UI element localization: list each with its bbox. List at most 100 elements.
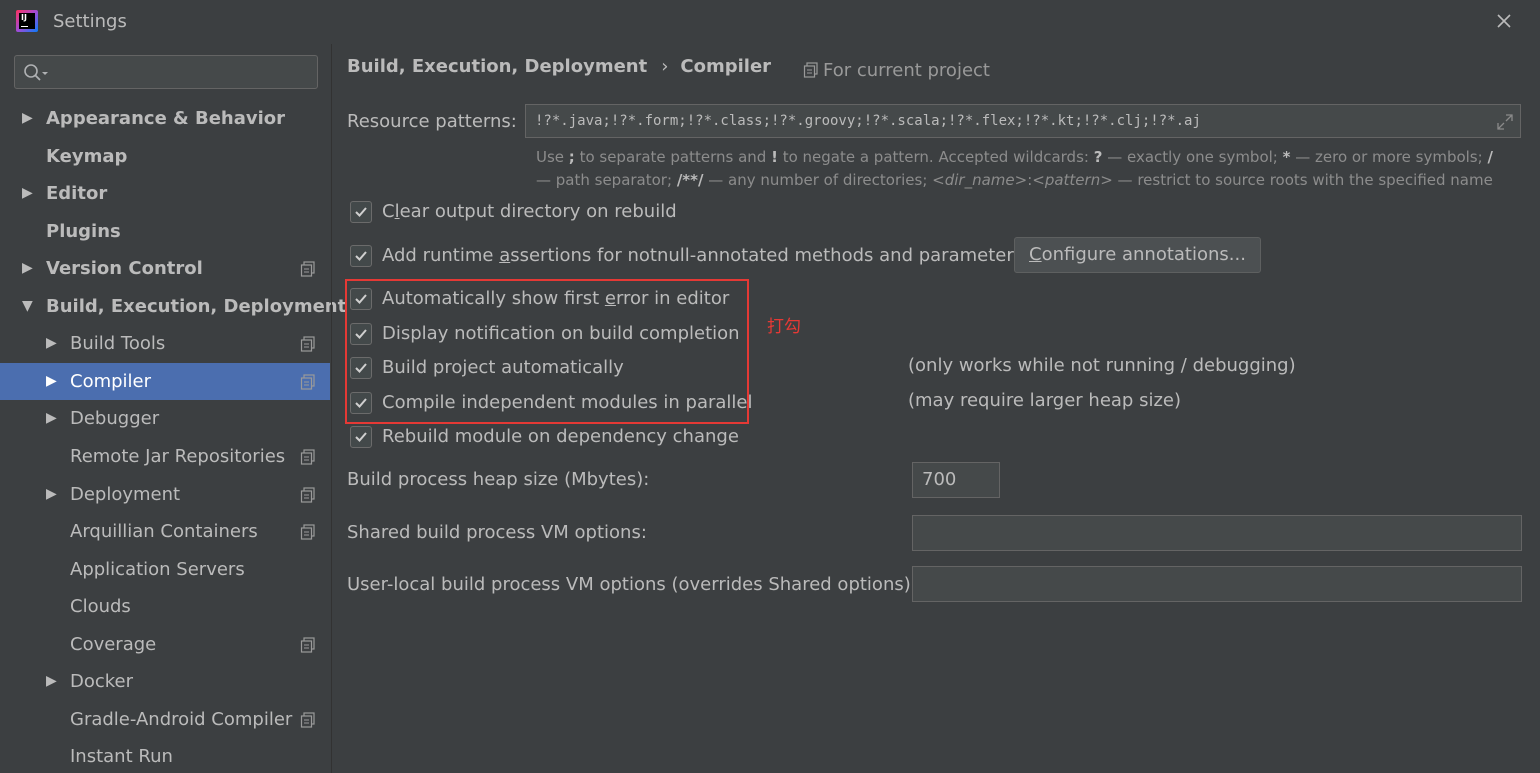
collapsed-arrow-icon[interactable]: ▶ — [46, 325, 60, 362]
compile-parallel-checkbox[interactable] — [350, 392, 372, 414]
project-scope-icon — [300, 712, 315, 728]
sidebar-item-label: Deployment — [70, 483, 181, 505]
sidebar-item-remote-jar-repositories[interactable]: Remote Jar Repositories — [0, 438, 330, 475]
rebuild-dependency-label: Rebuild module on dependency change — [382, 426, 739, 447]
breadcrumb-separator: › — [661, 56, 669, 77]
resource-patterns-input[interactable]: !?*.java;!?*.form;!?*.class;!?*.groovy;!… — [525, 104, 1521, 138]
sidebar-item-application-servers[interactable]: Application Servers — [0, 551, 330, 588]
sidebar-item-label: Debugger — [70, 408, 160, 430]
collapsed-arrow-icon[interactable]: ▶ — [46, 663, 60, 700]
sidebar-item-label: Version Control — [46, 258, 203, 280]
project-scope-icon — [300, 524, 315, 540]
sidebar-item-version-control[interactable]: ▶ Version Control — [0, 250, 330, 287]
configure-annotations-button[interactable]: Configure annotations... — [1014, 237, 1261, 273]
resource-patterns-value: !?*.java;!?*.form;!?*.class;!?*.groovy;!… — [535, 113, 1201, 129]
checkmark-icon — [355, 207, 367, 217]
window-title: Settings — [53, 11, 127, 32]
resource-patterns-hint-line2: — path separator; /**/ — any number of d… — [536, 171, 1493, 189]
clear-output-checkbox[interactable] — [350, 201, 372, 223]
sidebar-item-label: Build, Execution, Deployment — [46, 295, 347, 317]
sidebar-item-label: Instant Run — [70, 746, 173, 768]
compiler-settings-panel: Build, Execution, Deployment › Compiler Fo… — [332, 44, 1540, 773]
checkmark-icon — [355, 251, 367, 261]
breadcrumb-current: Compiler — [680, 56, 772, 77]
project-scope-icon — [300, 637, 315, 653]
sidebar-item-label: Docker — [70, 671, 134, 693]
project-scope-icon — [300, 336, 315, 352]
sidebar-item-label: Clouds — [70, 596, 131, 618]
sidebar-item-label: Keymap — [46, 145, 128, 167]
sidebar-item-plugins[interactable]: Plugins — [0, 213, 330, 250]
intellij-logo-icon: IJ — [16, 10, 38, 32]
project-scope-icon — [300, 261, 315, 277]
collapsed-arrow-icon[interactable]: ▶ — [46, 400, 60, 437]
user-vm-label: User-local build process VM options (ove… — [347, 574, 917, 595]
breadcrumb-parent: Build, Execution, Deployment — [347, 56, 648, 77]
user-vm-input[interactable] — [912, 566, 1522, 602]
title-bar: IJ Settings — [0, 0, 1540, 44]
compile-parallel-note: (may require larger heap size) — [908, 390, 1181, 411]
resource-patterns-label: Resource patterns: — [347, 111, 517, 132]
sidebar-item-instant-run[interactable]: Instant Run — [0, 738, 330, 773]
checkmark-icon — [355, 432, 367, 442]
shared-vm-input[interactable] — [912, 515, 1522, 551]
show-first-error-label: Automatically show first error in editor — [382, 288, 730, 309]
notify-build-checkbox[interactable] — [350, 323, 372, 345]
heap-size-label: Build process heap size (Mbytes): — [347, 469, 650, 490]
runtime-assertions-label: Add runtime assertions for notnull-annot… — [382, 245, 1024, 266]
sidebar-item-editor[interactable]: ▶ Editor — [0, 175, 330, 212]
heap-size-input[interactable]: 700 — [912, 462, 1000, 498]
project-scope-label: For current project — [803, 60, 990, 81]
sidebar-item-compiler[interactable]: ▶ Compiler — [0, 362, 330, 400]
sidebar-item-clouds[interactable]: Clouds — [0, 588, 330, 625]
sidebar-item-label: Appearance & Behavior — [46, 108, 286, 129]
collapsed-arrow-icon[interactable]: ▶ — [22, 250, 36, 287]
sidebar-item-debugger[interactable]: ▶ Debugger — [0, 400, 330, 437]
collapsed-arrow-icon[interactable]: ▶ — [22, 100, 36, 137]
sidebar-item-label: Plugins — [46, 220, 121, 242]
collapsed-arrow-icon[interactable]: ▶ — [46, 363, 60, 400]
build-auto-label: Build project automatically — [382, 357, 624, 378]
sidebar-item-deployment[interactable]: ▶ Deployment — [0, 476, 330, 513]
sidebar-item-gradle-android-compiler[interactable]: Gradle-Android Compiler — [0, 701, 330, 738]
sidebar-item-label: Application Servers — [70, 558, 245, 580]
checkmark-icon — [355, 363, 367, 373]
sidebar-item-docker[interactable]: ▶ Docker — [0, 663, 330, 700]
sidebar-item-keymap[interactable]: Keymap — [0, 138, 330, 175]
sidebar-item-appearance-behavior[interactable]: ▶ Appearance & Behavior — [0, 100, 330, 137]
build-auto-checkbox[interactable] — [350, 357, 372, 379]
settings-search-input[interactable] — [14, 55, 318, 89]
sidebar-item-build-execution-deployment[interactable]: ▼ Build, Execution, Deployment — [0, 288, 346, 325]
sidebar-item-build-tools[interactable]: ▶ Build Tools — [0, 325, 330, 362]
rebuild-dependency-checkbox[interactable] — [350, 426, 372, 448]
project-scope-icon — [300, 486, 315, 503]
project-scope-text: For current project — [823, 60, 990, 81]
sidebar-item-label: Editor — [46, 183, 108, 205]
expand-icon[interactable] — [1496, 113, 1514, 131]
shared-vm-label: Shared build process VM options: — [347, 522, 647, 543]
breadcrumb: Build, Execution, Deployment › Compiler — [347, 56, 771, 77]
checkmark-icon — [355, 398, 367, 408]
sidebar-item-label: Remote Jar Repositories — [70, 445, 286, 467]
notify-build-label: Display notification on build completion — [382, 323, 740, 344]
sidebar-item-label: Gradle-Android Compiler — [70, 708, 293, 730]
settings-sidebar: ▶ Appearance & Behavior Keymap ▶ Editor Plugi… — [0, 44, 346, 773]
sidebar-item-label: Arquillian Containers — [70, 521, 258, 543]
project-scope-icon — [300, 374, 315, 390]
sidebar-item-label: Coverage — [70, 633, 157, 655]
expanded-arrow-icon[interactable]: ▼ — [22, 288, 36, 325]
sidebar-item-coverage[interactable]: Coverage — [0, 626, 330, 663]
collapsed-arrow-icon[interactable]: ▶ — [22, 175, 36, 212]
close-icon[interactable] — [1493, 10, 1515, 32]
sidebar-item-label: Compiler — [70, 370, 152, 392]
runtime-assertions-checkbox[interactable] — [350, 245, 372, 267]
app-icon-text: IJ — [19, 13, 35, 29]
show-first-error-checkbox[interactable] — [350, 288, 372, 310]
project-scope-icon — [803, 62, 818, 78]
checkmark-icon — [355, 329, 367, 339]
compile-parallel-label: Compile independent modules in parallel — [382, 392, 753, 413]
sidebar-item-arquillian-containers[interactable]: Arquillian Containers — [0, 513, 330, 550]
checkmark-icon — [355, 294, 367, 304]
collapsed-arrow-icon[interactable]: ▶ — [46, 476, 60, 513]
annotation-text: 打勾 — [767, 317, 801, 337]
